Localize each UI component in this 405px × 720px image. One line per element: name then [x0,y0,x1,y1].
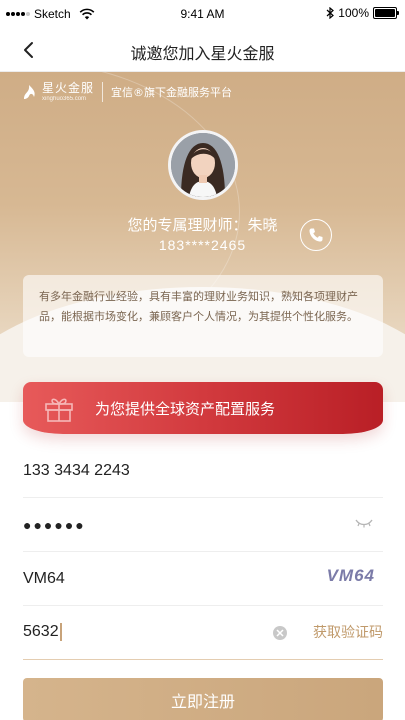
captcha-field[interactable]: VM64 VM64 [23,552,383,606]
text-cursor [59,623,62,642]
flame-logo-icon [24,85,35,99]
sms-code-value: 5632 [23,623,59,641]
sms-code-field[interactable]: 5632 获取验证码 [23,606,383,660]
eye-closed-icon[interactable] [355,518,373,528]
brand-row: 星火金服 xinghuo365.com 宜信®旗下金融服务平台 [22,82,232,102]
brand-tagline: 宜信®旗下金融服务平台 [111,86,233,99]
status-right: 100% [326,6,399,20]
bluetooth-icon [326,7,335,19]
advisor-phone: 183****2465 [158,237,247,253]
brand-name: 星火金服 [42,81,95,95]
battery-percent: 100% [338,6,369,20]
register-button[interactable]: 立即注册 [23,678,383,720]
advisor-name: 您的专属理财师：朱晓 [127,216,278,234]
brand-url: xinghuo365.com [42,96,87,102]
password-field[interactable]: ●●●●●● [23,498,383,552]
promo-text: 为您提供全球资产配置服务 [95,400,276,418]
advisor-intro: 有多年金融行业经验，具有丰富的理财业务知识，熟知各项理财产品，能根据市场变化，兼… [23,275,383,357]
brand-logo: 星火金服 xinghuo365.com [22,82,94,102]
clear-icon[interactable] [273,626,287,640]
phone-field[interactable]: 133 3434 2243 [23,444,383,498]
status-bar: Sketch 9:41 AM 100% [0,0,405,28]
captcha-image[interactable]: VM64 [327,566,375,586]
clear-x-glyph [276,629,284,637]
gift-icon [45,398,73,422]
page-title: 诚邀您加入星火金服 [130,44,275,63]
promo-banner: 为您提供全球资产配置服务 [23,382,383,434]
get-code-button[interactable]: 获取验证码 [313,622,383,642]
phone-input-value[interactable]: 133 3434 2243 [23,462,383,480]
battery-icon [373,7,399,19]
advisor-hero: 星火金服 xinghuo365.com 宜信®旗下金融服务平台 您的专属理财师：… [0,72,405,402]
phone-icon [309,228,323,242]
nav-bar: 诚邀您加入星火金服 [0,28,405,72]
call-advisor-button[interactable] [300,219,332,251]
password-input-value[interactable]: ●●●●●● [23,517,383,533]
brand-divider [102,82,104,102]
advisor-avatar [168,130,238,200]
avatar-portrait [171,133,235,197]
